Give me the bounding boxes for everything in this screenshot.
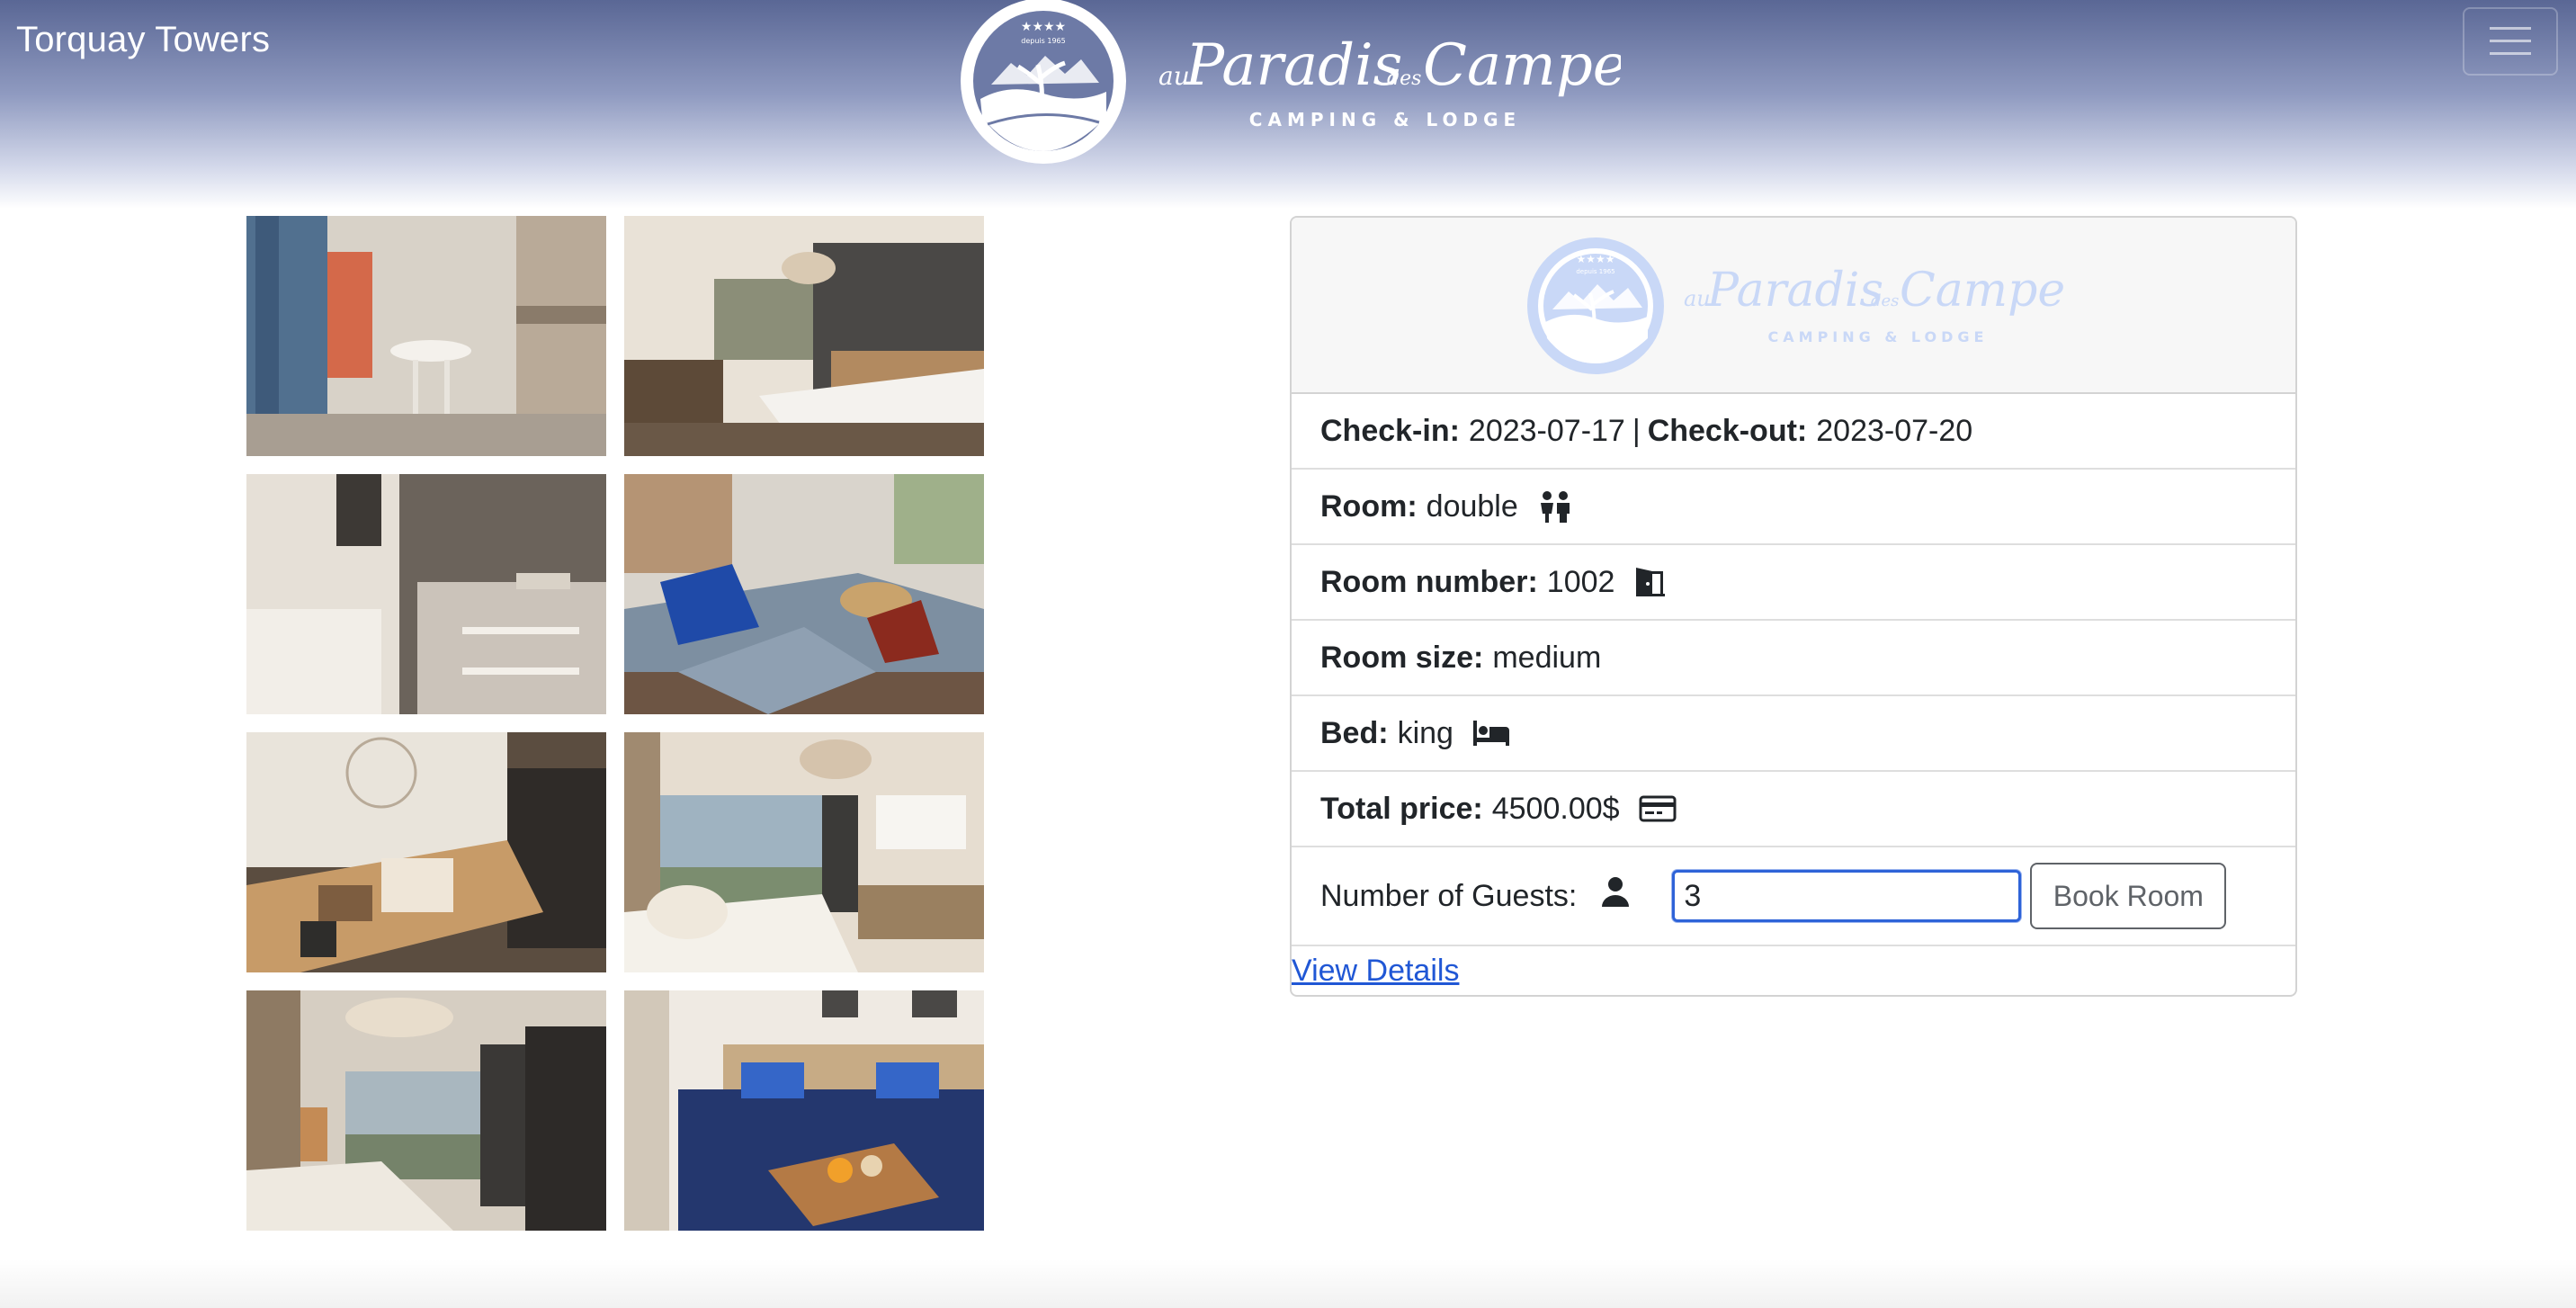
bed-label: Bed: (1320, 715, 1389, 750)
svg-text:★★★★: ★★★★ (1021, 20, 1066, 34)
svg-text:depuis 1965: depuis 1965 (1021, 37, 1065, 45)
price-label: Total price: (1320, 791, 1483, 826)
door-icon (1632, 566, 1668, 598)
top-navbar: Torquay Towers ★★★★ depuis 1965 au Parad… (0, 0, 2576, 209)
date-separator: | (1632, 413, 1641, 448)
svg-text:Paradis: Paradis (1706, 264, 1883, 318)
svg-text:depuis 1965: depuis 1965 (1576, 268, 1614, 275)
card-header: ★★★★ depuis 1965 au Paradis des Campeurs… (1292, 218, 2295, 394)
room-number-row: Room number: 1002 (1292, 545, 2295, 621)
svg-text:Paradis: Paradis (1185, 32, 1402, 99)
bed-row: Bed: king (1292, 696, 2295, 772)
checkout-label: Check-out: (1647, 413, 1808, 448)
room-type-value: double (1426, 488, 1518, 524)
room-photo-gallery (246, 216, 984, 1231)
paradis-logo: ★★★★ depuis 1965 au Paradis des Campeurs… (961, 0, 1621, 164)
svg-text:★★★★: ★★★★ (1576, 253, 1614, 265)
guests-input[interactable] (1672, 870, 2022, 922)
room-type-row: Room: double (1292, 470, 2295, 545)
room-number-value: 1002 (1546, 564, 1615, 599)
hamburger-icon (2490, 27, 2531, 55)
price-row: Total price: 4500.00$ (1292, 772, 2295, 847)
room-photo[interactable] (246, 216, 606, 456)
svg-text:Campeurs: Campeurs (1423, 32, 1621, 99)
svg-text:des: des (1871, 291, 1899, 310)
svg-text:CAMPING & LODGE: CAMPING & LODGE (1768, 328, 1989, 345)
bed-value: king (1397, 715, 1453, 750)
room-photo[interactable] (624, 732, 984, 972)
guests-row: Number of Guests: Book Room (1292, 847, 2295, 946)
room-photo[interactable] (624, 474, 984, 714)
svg-text:des: des (1387, 67, 1421, 90)
person-icon (1600, 876, 1631, 917)
checkout-value: 2023-07-20 (1816, 413, 1973, 448)
checkin-value: 2023-07-17 (1468, 413, 1625, 448)
book-room-button[interactable]: Book Room (2030, 863, 2227, 929)
room-size-row: Room size: medium (1292, 621, 2295, 696)
price-value: 4500.00$ (1491, 791, 1620, 826)
room-photo[interactable] (624, 216, 984, 456)
view-details-link[interactable]: View Details (1292, 954, 2295, 989)
room-photo[interactable] (246, 990, 606, 1231)
room-photo[interactable] (624, 990, 984, 1231)
svg-text:CAMPING & LODGE: CAMPING & LODGE (1249, 109, 1521, 130)
room-number-label: Room number: (1320, 564, 1538, 599)
room-size-label: Room size: (1320, 640, 1484, 675)
room-photo[interactable] (246, 732, 606, 972)
credit-card-icon (1638, 794, 1677, 823)
brand-name[interactable]: Torquay Towers (16, 20, 270, 60)
room-card: ★★★★ depuis 1965 au Paradis des Campeurs… (1290, 216, 2297, 997)
dates-row: Check-in: 2023-07-17 | Check-out: 2023-0… (1292, 394, 2295, 470)
card-paradis-logo: ★★★★ depuis 1965 au Paradis des Campeurs… (1527, 237, 2065, 374)
footer-area (0, 1259, 2576, 1308)
bed-icon (1471, 719, 1511, 748)
svg-text:Campeurs: Campeurs (1900, 264, 2065, 318)
people-icon (1536, 490, 1574, 523)
room-size-value: medium (1492, 640, 1602, 675)
checkin-label: Check-in: (1320, 413, 1460, 448)
room-type-label: Room: (1320, 488, 1418, 524)
guests-label: Number of Guests: (1320, 878, 1578, 913)
room-photo[interactable] (246, 474, 606, 714)
navbar-toggle-button[interactable] (2463, 7, 2558, 76)
